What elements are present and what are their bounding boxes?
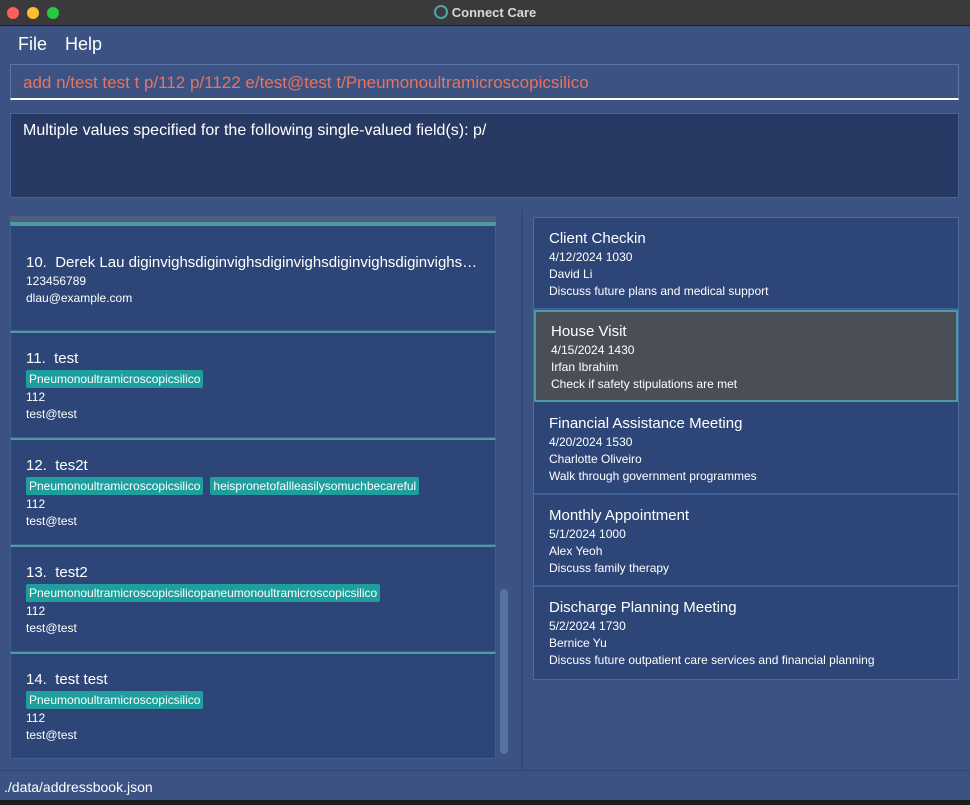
appointment-title: Financial Assistance Meeting	[549, 415, 743, 432]
appointment-description: Discuss family therapy	[549, 561, 670, 575]
appointment-title: House Visit	[551, 323, 627, 340]
appointment-description: Discuss future plans and medical support	[549, 284, 769, 298]
person-email: test@test	[26, 621, 77, 635]
appointment-card[interactable]: Discharge Planning Meeting 5/2/2024 1730…	[534, 587, 958, 679]
person-list[interactable]: 10. Derek Lau diginvighsdiginvighsdiginv…	[10, 209, 496, 759]
tag: Pneumonoultramicroscopicsilico	[26, 370, 204, 388]
appointment-datetime: 4/15/2024 1430	[551, 343, 635, 357]
appointment-card-selected[interactable]: House Visit 4/15/2024 1430 Irfan Ibrahim…	[534, 310, 958, 402]
result-display: Multiple values specified for the follow…	[10, 113, 959, 198]
tag-list: Pneumonoultramicroscopicsilico heisprone…	[26, 477, 420, 495]
appointment-person: Charlotte Oliveiro	[549, 452, 642, 466]
tag: heispronetofallleasilysomuchbecareful	[210, 477, 420, 495]
appointment-title: Monthly Appointment	[549, 507, 690, 524]
appointment-description: Discuss future outpatient care services …	[549, 653, 875, 667]
menu-file[interactable]: File	[18, 34, 47, 55]
save-location: ./data/addressbook.json	[4, 779, 153, 795]
title-bar[interactable]: Connect Care	[0, 0, 970, 26]
appointment-card[interactable]: Client Checkin 4/12/2024 1030 David Li D…	[534, 218, 958, 310]
appointment-description: Walk through government programmes	[549, 469, 757, 483]
result-message: Multiple values specified for the follow…	[23, 122, 487, 139]
menu-bar: File Help	[0, 27, 970, 59]
person-phone: 123456789	[26, 274, 87, 288]
tag: Pneumonoultramicroscopicsilico	[26, 691, 204, 709]
person-name: 10. Derek Lau diginvighsdiginvighsdiginv…	[26, 254, 478, 271]
person-phone: 112	[26, 604, 46, 618]
appointment-datetime: 5/1/2024 1000	[549, 527, 626, 541]
appointment-card[interactable]: Financial Assistance Meeting 4/20/2024 1…	[534, 403, 958, 495]
appointment-title: Discharge Planning Meeting	[549, 599, 737, 616]
appointment-datetime: 4/12/2024 1030	[549, 250, 633, 264]
person-phone: 112	[26, 711, 46, 725]
tag-list: Pneumonoultramicroscopicsilico	[26, 691, 204, 709]
appointment-person: Irfan Ibrahim	[551, 360, 619, 374]
appointment-person: Bernice Yu	[549, 636, 607, 650]
window-bottom-edge	[0, 800, 970, 805]
status-bar: ./data/addressbook.json	[0, 770, 970, 800]
appointment-description: Check if safety stipulations are met	[551, 377, 738, 391]
person-email: test@test	[26, 407, 77, 421]
appointment-person: David Li	[549, 267, 593, 281]
person-card[interactable]: 11. test Pneumonoultramicroscopicsilico …	[10, 331, 496, 438]
person-name: 11. test	[26, 350, 79, 367]
person-card[interactable]: 10. Derek Lau diginvighsdiginvighsdiginv…	[10, 224, 496, 331]
command-box[interactable]: add n/test test t p/112 p/1122 e/test@te…	[10, 64, 959, 100]
person-card-partial	[10, 216, 496, 224]
appointment-list[interactable]: Client Checkin 4/12/2024 1030 David Li D…	[533, 217, 959, 680]
appointment-title: Client Checkin	[549, 230, 646, 247]
person-email: test@test	[26, 728, 77, 742]
scrollbar-thumb[interactable]	[500, 589, 508, 754]
person-card[interactable]: 14. test test Pneumonoultramicroscopicsi…	[10, 652, 496, 759]
appointment-person: Alex Yeoh	[549, 544, 603, 558]
tag-list: Pneumonoultramicroscopicsilico	[26, 370, 204, 388]
person-name: 13. test2	[26, 564, 88, 581]
app-window: Connect Care File Help add n/test test t…	[0, 0, 970, 805]
menu-help[interactable]: Help	[65, 34, 102, 55]
person-list-scrollbar[interactable]	[497, 209, 511, 759]
person-name: 14. test test	[26, 671, 108, 688]
command-input[interactable]: add n/test test t p/112 p/1122 e/test@te…	[23, 73, 589, 93]
person-name: 12. tes2t	[26, 457, 88, 474]
person-phone: 112	[26, 497, 46, 511]
tag: Pneumonoultramicroscopicsilico	[26, 477, 204, 495]
appointment-datetime: 5/2/2024 1730	[549, 619, 626, 633]
tag: Pneumonoultramicroscopicsilicopaneumonou…	[26, 584, 381, 602]
person-email: dlau@example.com	[26, 291, 133, 305]
person-card[interactable]: 13. test2 Pneumonoultramicroscopicsilico…	[10, 545, 496, 652]
person-card[interactable]: 12. tes2t Pneumonoultramicroscopicsilico…	[10, 438, 496, 545]
appointment-card[interactable]: Monthly Appointment 5/1/2024 1000 Alex Y…	[534, 495, 958, 587]
person-email: test@test	[26, 514, 77, 528]
window-title-text: Connect Care	[451, 5, 537, 20]
app-logo-icon	[433, 5, 448, 19]
person-phone: 112	[26, 390, 46, 404]
appointment-datetime: 4/20/2024 1530	[549, 435, 633, 449]
window-title: Connect Care	[0, 5, 970, 20]
person-list-panel: 10. Derek Lau diginvighsdiginvighsdiginv…	[10, 209, 511, 759]
tag-list: Pneumonoultramicroscopicsilicopaneumonou…	[26, 584, 381, 602]
panel-divider[interactable]	[521, 209, 523, 769]
